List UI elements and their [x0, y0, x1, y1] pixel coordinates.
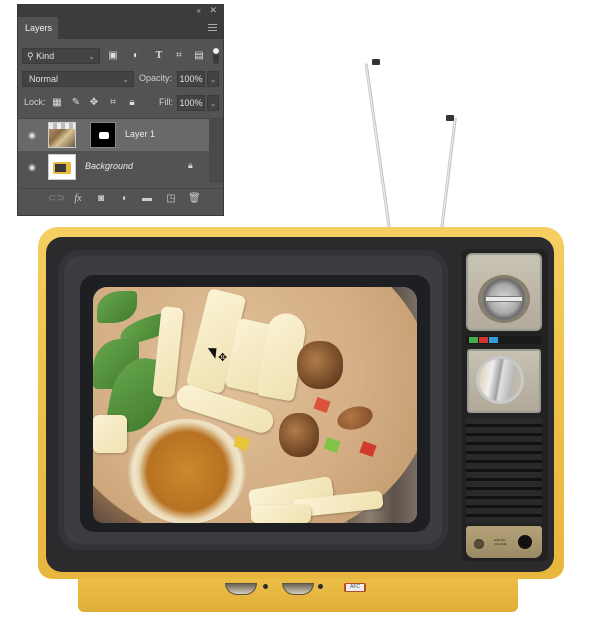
opacity-slider-toggle[interactable]: ⌄: [207, 71, 219, 87]
panel-menu-icon[interactable]: [208, 24, 217, 31]
blend-mode-dropdown[interactable]: Normal ⌄: [22, 71, 134, 87]
cheese-slice: [93, 415, 127, 453]
antenna-right: [440, 117, 457, 231]
lock-icon[interactable]: 🔒︎: [188, 160, 198, 172]
filter-kind-dropdown[interactable]: ⚲ Kind ⌄: [22, 48, 100, 64]
move-cursor-icon: ✥: [218, 352, 228, 364]
lock-position-icon[interactable]: ✥: [88, 97, 100, 109]
layer-thumbnail: [48, 122, 76, 148]
lock-row: Lock: ▦ ✎ ✥ ⌗ 🔒︎ Fill: 100% ⌄: [18, 95, 223, 113]
walnut: [279, 413, 319, 457]
opacity-input[interactable]: 100%: [177, 71, 205, 87]
layer-name: Layer 1: [125, 129, 156, 139]
speaker-grille: [466, 418, 542, 523]
channel-dial[interactable]: [478, 275, 530, 323]
visibility-eye-icon[interactable]: ◉: [27, 162, 37, 172]
lock-label: Lock:: [24, 97, 46, 107]
fill-label: Fill:: [159, 97, 173, 107]
layer-name: Background: [85, 161, 134, 171]
tv-screen-image[interactable]: [93, 287, 417, 523]
new-layer-icon[interactable]: ◳: [165, 193, 177, 205]
panel-footer: ⊂⊃ fx ◙ ◐ ▬ ◳ 🗑︎: [18, 188, 223, 209]
lock-artboard-icon[interactable]: ⌗: [107, 97, 119, 109]
antenna-left-tip: [372, 59, 380, 65]
collapse-panel-icon[interactable]: «: [197, 6, 201, 15]
layers-scrollbar[interactable]: [209, 119, 223, 183]
layer-mask-thumbnail[interactable]: [90, 122, 116, 148]
afc-button[interactable]: AFC: [344, 583, 366, 592]
smart-object-filter-icon[interactable]: ▤: [193, 50, 205, 62]
close-panel-icon[interactable]: ✕: [209, 5, 217, 16]
indicator-dot: [263, 584, 268, 589]
layer-thumbnail: [48, 154, 76, 180]
panel-tabbar: Layers: [18, 17, 223, 39]
tab-layers[interactable]: Layers: [18, 17, 58, 39]
link-layers-icon[interactable]: ⊂⊃: [48, 193, 65, 205]
afc-label: AFC: [346, 584, 364, 591]
adjustment-filter-icon[interactable]: ◐: [130, 50, 142, 62]
earphone-label: EAR-PH VOLUME: [494, 538, 507, 546]
cheese-slice: [251, 505, 311, 523]
color-swatch-red: [479, 337, 488, 343]
fx-icon[interactable]: fx: [72, 193, 84, 205]
earphone-knob[interactable]: [518, 535, 532, 549]
type-filter-icon[interactable]: T: [153, 50, 165, 62]
antenna-left: [364, 63, 391, 231]
lock-image-pixels-icon[interactable]: ✎: [70, 97, 82, 109]
panel-header: « ✕: [18, 5, 223, 17]
volume-dial[interactable]: [476, 356, 524, 404]
add-mask-icon[interactable]: ◙: [95, 193, 107, 205]
blend-mode-value: Normal: [29, 74, 59, 84]
color-bar: [466, 336, 542, 344]
chevron-down-icon: ⌄: [122, 75, 129, 84]
lock-transparent-pixels-icon[interactable]: ▦: [51, 97, 63, 109]
walnut: [297, 341, 343, 389]
visibility-eye-icon[interactable]: ◉: [27, 130, 37, 140]
new-adjustment-layer-icon[interactable]: ◐: [119, 193, 131, 205]
opacity-label: Opacity:: [139, 73, 173, 83]
layers-list: ◉ Layer 1 ◉ Background 🔒︎: [18, 118, 223, 183]
antenna-right-tip: [446, 115, 454, 121]
layer-row-background[interactable]: ◉ Background 🔒︎: [18, 151, 209, 183]
layers-panel: « ✕ Layers ⚲ Kind ⌄ ▣ ◐ T ⌗ ▤ Normal ⌄ O…: [17, 4, 224, 216]
filter-row: ⚲ Kind ⌄ ▣ ◐ T ⌗ ▤: [18, 48, 223, 66]
color-swatch-green: [469, 337, 478, 343]
layer-row-layer-1[interactable]: ◉ Layer 1: [18, 119, 209, 151]
shape-filter-icon[interactable]: ⌗: [173, 50, 185, 62]
search-icon: ⚲: [27, 51, 37, 61]
color-swatch-blue: [489, 337, 498, 343]
filter-toggle[interactable]: [213, 48, 219, 64]
pixel-filter-icon[interactable]: ▣: [107, 50, 119, 62]
indicator-dot: [318, 584, 323, 589]
blend-row: Normal ⌄ Opacity: 100% ⌄: [18, 71, 223, 89]
delete-layer-trash-icon[interactable]: 🗑︎: [188, 193, 201, 205]
new-group-folder-icon[interactable]: ▬: [141, 193, 153, 205]
jack-icon: [474, 539, 484, 549]
chevron-down-icon: ⌄: [88, 52, 95, 61]
fill-input[interactable]: 100%: [177, 95, 205, 111]
honey-bowl: [128, 419, 246, 523]
fill-slider-toggle[interactable]: ⌄: [207, 95, 219, 111]
lock-all-icon[interactable]: 🔒︎: [126, 97, 138, 109]
kind-label: Kind: [36, 51, 55, 61]
